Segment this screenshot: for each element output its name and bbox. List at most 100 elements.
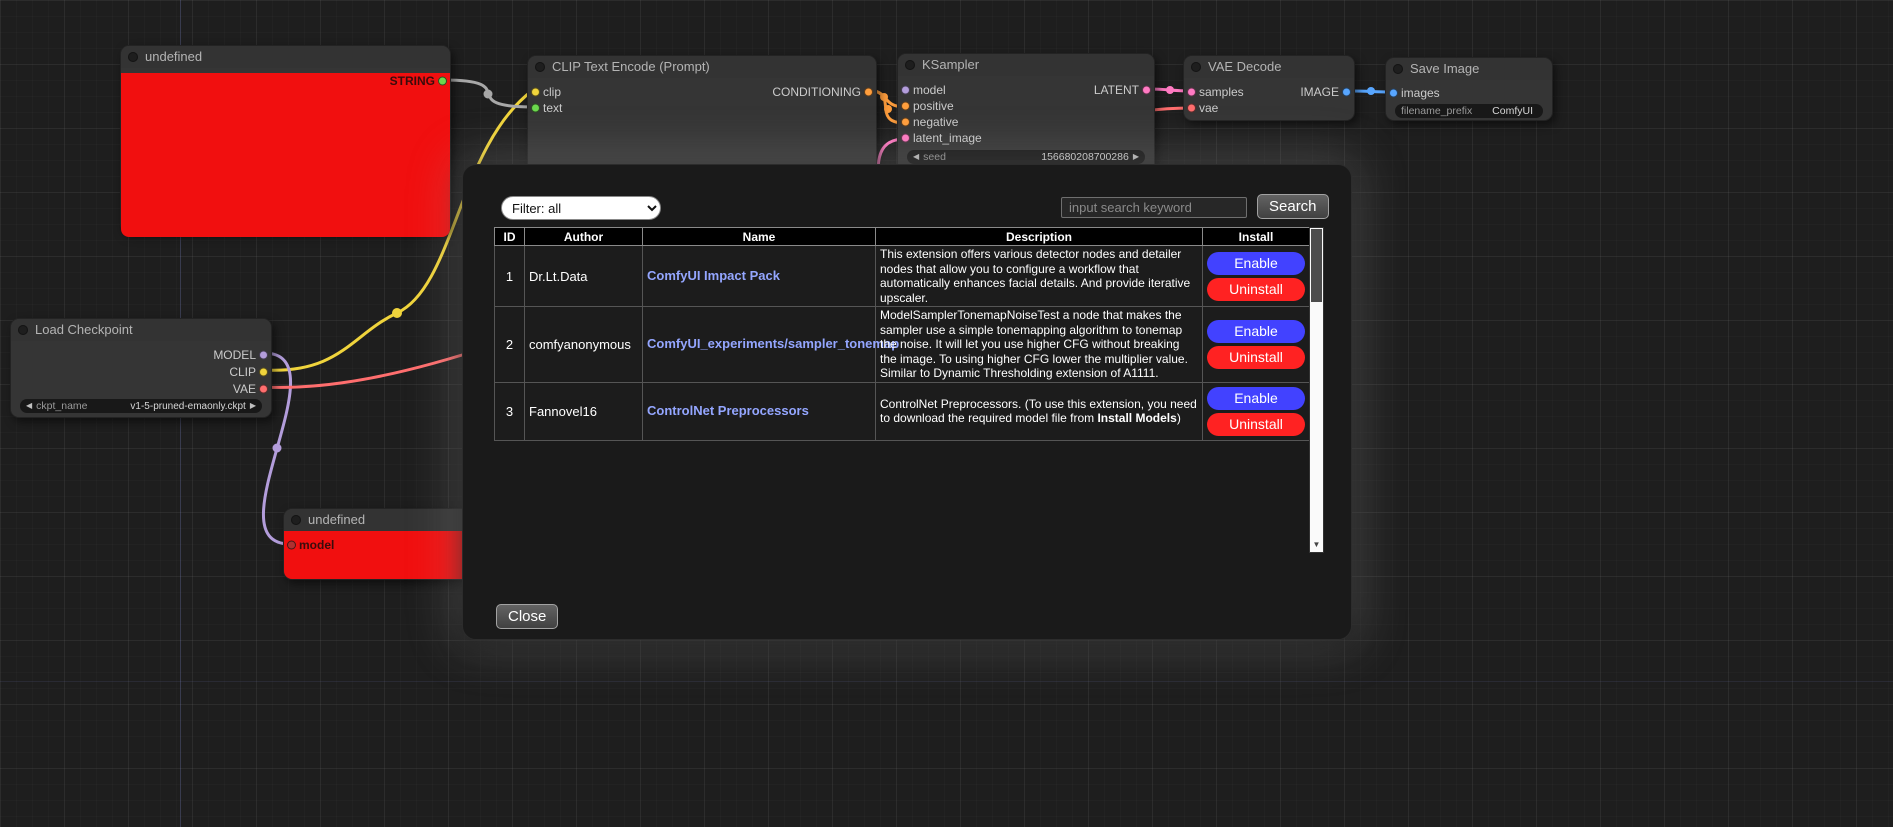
node-title: Save Image	[1410, 61, 1479, 76]
node-title: undefined	[145, 49, 202, 64]
custom-nodes-manager-dialog: Filter: all Search ID Author Name Descri…	[462, 164, 1352, 640]
slot-label-string-output: STRING	[390, 74, 435, 88]
slot-label-latent-image: latent_image	[913, 131, 982, 145]
node-title-bar[interactable]: Save Image	[1386, 58, 1552, 80]
collapse-dot-icon[interactable]	[291, 515, 301, 525]
enable-button[interactable]: Enable	[1207, 252, 1305, 275]
column-header-install: Install	[1203, 228, 1310, 246]
ckpt-name-widget[interactable]: ◀ ckpt_name v1-5-pruned-emaonly.ckpt ▶	[20, 399, 262, 413]
enable-button[interactable]: Enable	[1207, 320, 1305, 343]
slot-dot-model-input[interactable]	[901, 86, 910, 95]
slot-dot-images-input[interactable]	[1389, 89, 1398, 98]
link-dot-string	[484, 90, 493, 99]
node-title-bar[interactable]: CLIP Text Encode (Prompt)	[528, 56, 876, 78]
column-header-author: Author	[525, 228, 643, 246]
node-load-checkpoint[interactable]: Load Checkpoint MODEL CLIP VAE ◀ ckpt_na…	[10, 318, 272, 418]
uninstall-button[interactable]: Uninstall	[1207, 346, 1305, 369]
slot-dot-string-output[interactable]	[438, 77, 447, 86]
comfyui-canvas[interactable]: { "colors": { "clip_wire": "#f0d43c", "m…	[0, 0, 1893, 827]
collapse-dot-icon[interactable]	[1191, 62, 1201, 72]
slot-dot-vae-input[interactable]	[1187, 104, 1196, 113]
slot-label-latent-output: LATENT	[1094, 83, 1139, 97]
seed-widget[interactable]: ◀ seed 156680208700286 ▶	[907, 150, 1145, 164]
cell-author: comfyanonymous	[525, 307, 643, 383]
slot-label-conditioning-output: CONDITIONING	[772, 85, 861, 99]
slot-label-clip-output: CLIP	[229, 365, 256, 379]
scroll-down-icon: ▼	[1313, 540, 1321, 549]
collapse-dot-icon[interactable]	[18, 325, 28, 335]
ckpt-name-label: ckpt_name	[36, 400, 87, 412]
slot-dot-conditioning-output[interactable]	[864, 88, 873, 97]
table-scrollbar[interactable]: ▼	[1309, 227, 1324, 553]
slot-label-model: model	[299, 538, 334, 552]
table-header-row: ID Author Name Description Install	[495, 228, 1310, 246]
link-dot-conditioning-positive	[880, 93, 888, 101]
uninstall-button[interactable]: Uninstall	[1207, 278, 1305, 301]
slot-dot-clip-input[interactable]	[531, 88, 540, 97]
slot-dot-model-input[interactable]	[287, 541, 296, 550]
slot-label-image-output: IMAGE	[1300, 85, 1339, 99]
collapse-dot-icon[interactable]	[1393, 64, 1403, 74]
cell-id: 1	[495, 246, 525, 307]
node-body-error[interactable]: STRING	[121, 73, 450, 237]
column-header-id: ID	[495, 228, 525, 246]
uninstall-button[interactable]: Uninstall	[1207, 413, 1305, 436]
increment-arrow-icon[interactable]: ▶	[1133, 150, 1139, 164]
slot-dot-vae-output[interactable]	[259, 384, 268, 393]
cell-description: This extension offers various detector n…	[876, 246, 1203, 307]
slot-label-negative: negative	[913, 115, 958, 129]
seed-widget-label: seed	[923, 151, 946, 163]
decrement-arrow-icon[interactable]: ◀	[913, 150, 919, 164]
search-button[interactable]: Search	[1257, 194, 1329, 219]
filename-prefix-widget[interactable]: filename_prefix ComfyUI	[1395, 104, 1543, 118]
link-dot-model	[273, 444, 282, 453]
ckpt-name-value: v1-5-pruned-emaonly.ckpt	[130, 401, 245, 412]
description-text: )	[1177, 411, 1181, 425]
extension-link[interactable]: ComfyUI Impact Pack	[647, 268, 780, 283]
slot-label-samples: samples	[1199, 85, 1244, 99]
slot-dot-samples-input[interactable]	[1187, 88, 1196, 97]
close-button[interactable]: Close	[496, 604, 558, 629]
slot-dot-latent-image-input[interactable]	[901, 134, 910, 143]
slot-dot-clip-output[interactable]	[259, 367, 268, 376]
description-bold-text: Install Models	[1097, 411, 1176, 425]
scrollbar-thumb[interactable]	[1311, 229, 1322, 302]
slot-label-clip: clip	[543, 85, 561, 99]
seed-widget-value: 156680208700286	[1041, 151, 1129, 163]
slot-dot-model-output[interactable]	[259, 350, 268, 359]
slot-dot-positive-input[interactable]	[901, 102, 910, 111]
slot-dot-image-output[interactable]	[1342, 88, 1351, 97]
node-title-bar[interactable]: KSampler	[898, 54, 1154, 76]
cell-author: Fannovel16	[525, 382, 643, 440]
cell-id: 2	[495, 307, 525, 383]
cell-install: Enable Uninstall	[1203, 382, 1310, 440]
previous-arrow-icon[interactable]: ◀	[26, 399, 32, 413]
slot-dot-latent-output[interactable]	[1142, 86, 1151, 95]
collapse-dot-icon[interactable]	[128, 52, 138, 62]
extension-link[interactable]: ComfyUI_experiments/sampler_tonemap	[647, 336, 899, 351]
node-title-bar[interactable]: VAE Decode	[1184, 56, 1354, 78]
slot-dot-negative-input[interactable]	[901, 118, 910, 127]
slot-label-images: images	[1401, 86, 1440, 100]
collapse-dot-icon[interactable]	[535, 62, 545, 72]
search-input[interactable]	[1061, 197, 1247, 218]
node-title: KSampler	[922, 57, 979, 72]
node-title: VAE Decode	[1208, 59, 1281, 74]
node-title-bar[interactable]: Load Checkpoint	[11, 319, 271, 341]
filename-prefix-label: filename_prefix	[1401, 105, 1472, 117]
next-arrow-icon[interactable]: ▶	[250, 399, 256, 413]
node-save-image[interactable]: Save Image images filename_prefix ComfyU…	[1385, 57, 1553, 121]
scrollbar-down-button[interactable]: ▼	[1310, 538, 1323, 552]
collapse-dot-icon[interactable]	[905, 60, 915, 70]
cell-id: 3	[495, 382, 525, 440]
column-header-description: Description	[876, 228, 1203, 246]
enable-button[interactable]: Enable	[1207, 387, 1305, 410]
slot-dot-text-input[interactable]	[531, 104, 540, 113]
node-vae-decode[interactable]: VAE Decode samples IMAGE vae	[1183, 55, 1355, 121]
table-row: 2 comfyanonymous ComfyUI_experiments/sam…	[495, 307, 1310, 383]
cell-description: ModelSamplerTonemapNoiseTest a node that…	[876, 307, 1203, 383]
filter-select[interactable]: Filter: all	[501, 196, 661, 220]
node-title-bar[interactable]: undefined	[121, 46, 450, 68]
node-undefined-top[interactable]: undefined STRING	[120, 45, 451, 233]
extension-link[interactable]: ControlNet Preprocessors	[647, 403, 809, 418]
